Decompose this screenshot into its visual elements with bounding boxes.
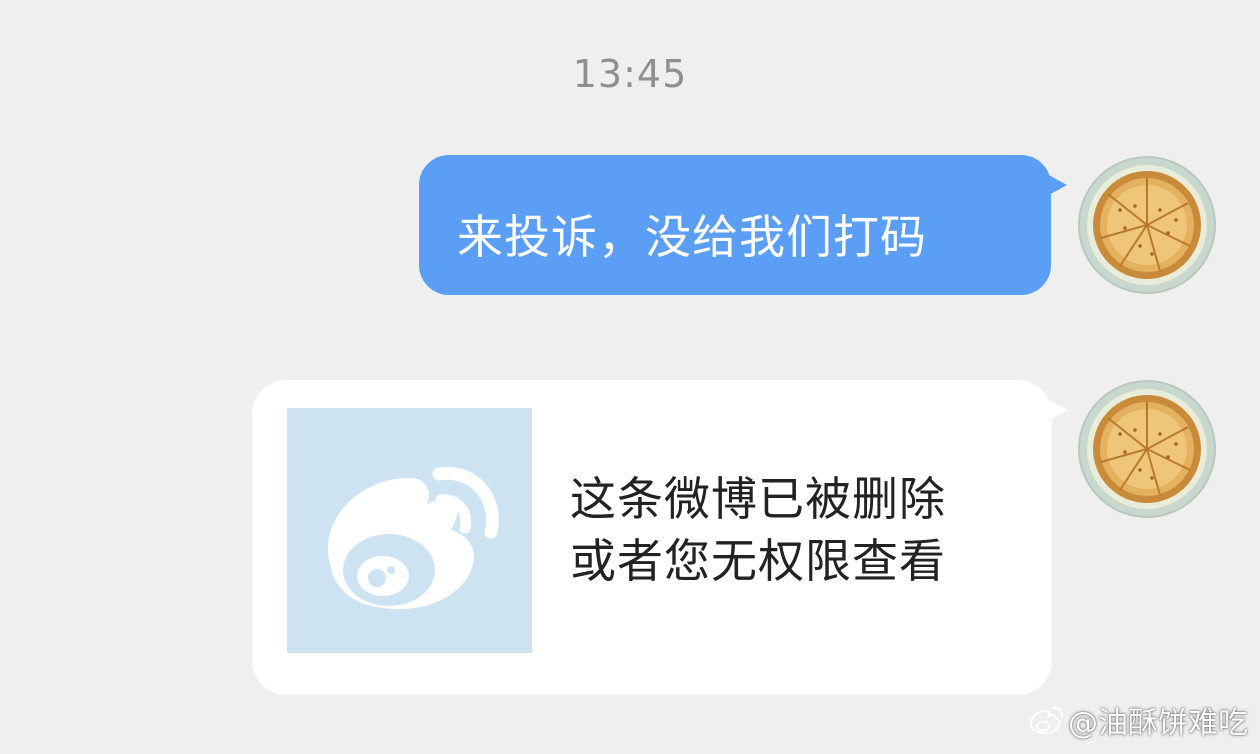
card-text: 这条微博已被删除 或者您无权限查看 <box>570 468 1030 592</box>
watermark: @油酥饼难吃 <box>1028 698 1248 742</box>
card-thumbnail <box>287 408 532 653</box>
bubble-tail <box>1045 173 1067 197</box>
watermark-text: @油酥饼难吃 <box>1068 706 1248 741</box>
message-timestamp: 13:45 <box>572 52 688 96</box>
avatar[interactable] <box>1078 156 1216 294</box>
weibo-logo-icon <box>327 466 499 610</box>
message-text: 来投诉，没给我们打码 <box>457 210 927 264</box>
pie-avatar-icon <box>1087 165 1207 285</box>
bubble-tail <box>1046 398 1068 422</box>
card-text-line2: 或者您无权限查看 <box>570 534 946 588</box>
pie-avatar-icon <box>1087 389 1207 509</box>
card-text-line1: 这条微博已被删除 <box>570 472 946 526</box>
message-bubble-text[interactable]: 来投诉，没给我们打码 <box>419 155 1067 295</box>
message-bubble-card[interactable]: 这条微博已被删除 或者您无权限查看 <box>252 380 1068 695</box>
weibo-logo-icon <box>1029 706 1064 735</box>
avatar[interactable] <box>1078 380 1216 518</box>
